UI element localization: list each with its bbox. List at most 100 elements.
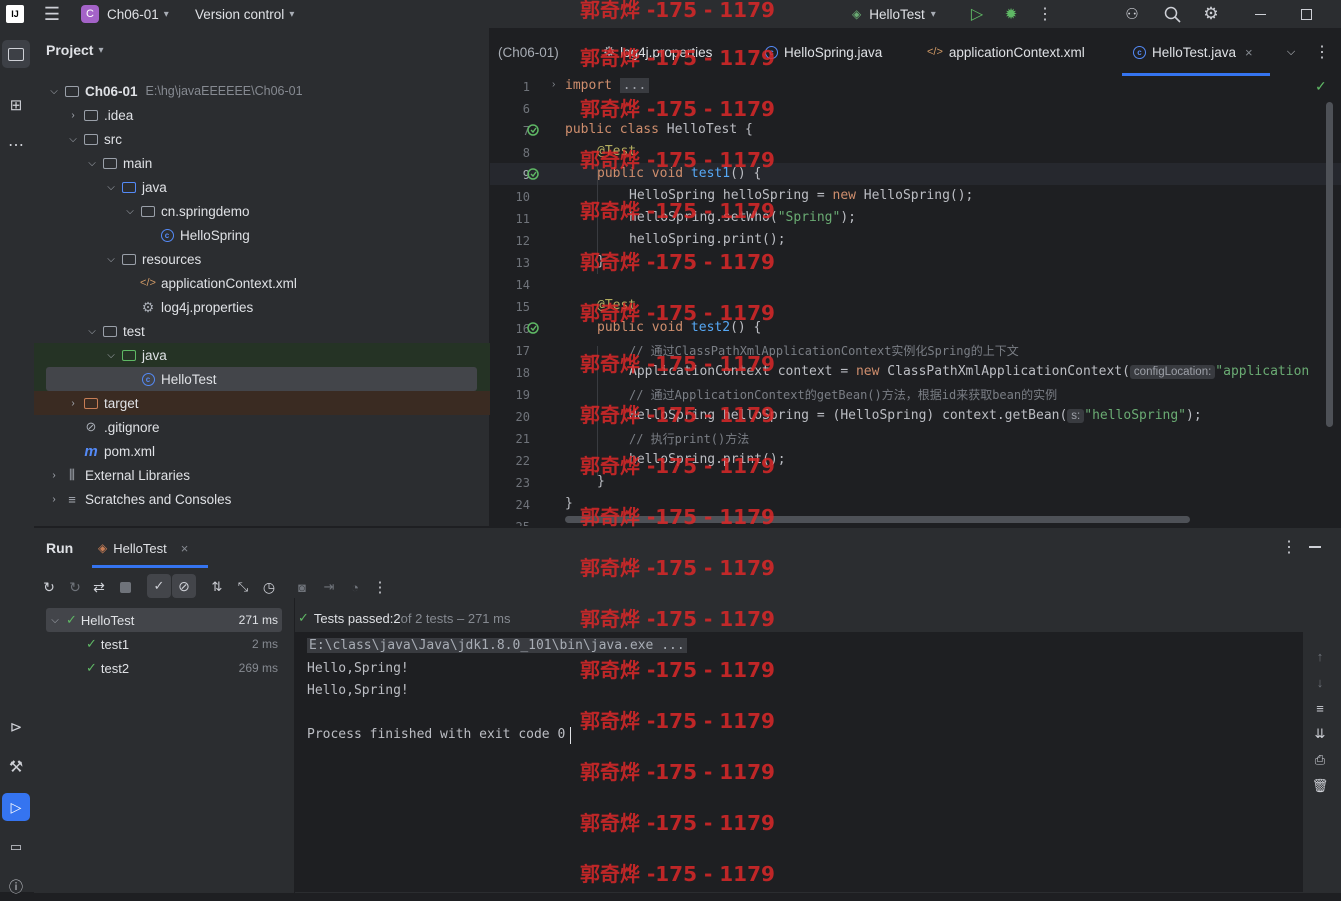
excluded-folder-icon bbox=[83, 396, 99, 410]
tree-item-external-libraries[interactable]: › ⫼ External Libraries bbox=[34, 463, 503, 487]
run-icon[interactable]: ▷ bbox=[967, 4, 987, 24]
run-tab-hellotest[interactable]: ◈ HelloTest × bbox=[98, 528, 188, 568]
tab-ch06-01[interactable]: (Ch06-01) bbox=[498, 28, 559, 76]
clear-all-trash-icon[interactable]: 🗑 bbox=[1310, 776, 1330, 796]
folded-imports[interactable]: ... bbox=[619, 78, 650, 93]
show-ignored-icon[interactable]: ⊘ bbox=[172, 574, 196, 598]
structure-tool-icon[interactable]: ⊞ bbox=[2, 91, 30, 119]
tree-item-gitignore[interactable]: ⊘ .gitignore bbox=[34, 415, 534, 439]
tree-item-main-java[interactable]: ⌵ java bbox=[34, 175, 560, 199]
console-output[interactable]: E:\class\java\Java\jdk1.8.0_101\bin\java… bbox=[295, 632, 1303, 892]
console-line: Hello,Spring! bbox=[307, 683, 409, 698]
code-token: test2 bbox=[690, 320, 731, 335]
terminal-tool-icon[interactable]: ▭ bbox=[2, 833, 30, 861]
console-command-line[interactable]: E:\class\java\Java\jdk1.8.0_101\bin\java… bbox=[307, 638, 687, 653]
run-test2-gutter-icon[interactable] bbox=[527, 322, 541, 336]
class-icon: c bbox=[159, 228, 175, 242]
tree-item-hellotest[interactable]: HelloTest bbox=[161, 372, 217, 387]
tabs-dropdown-icon[interactable]: ⌵ bbox=[1281, 42, 1301, 62]
vertical-scrollbar[interactable] bbox=[1326, 102, 1333, 427]
class-icon: c bbox=[765, 45, 778, 59]
scroll-down-icon[interactable]: ↓ bbox=[1310, 672, 1330, 692]
project-tool-icon[interactable] bbox=[2, 40, 30, 68]
minimize-icon[interactable] bbox=[1250, 4, 1270, 24]
history-icon[interactable]: ◷ bbox=[258, 576, 280, 598]
run-panel-title: Run bbox=[46, 540, 74, 556]
scroll-up-icon[interactable]: ↑ bbox=[1310, 646, 1330, 666]
main-menu-icon[interactable]: ☰ bbox=[42, 4, 62, 24]
chevron-down-icon: ▾ bbox=[163, 8, 169, 20]
xml-file-icon: </> bbox=[140, 277, 156, 289]
tree-item-test[interactable]: ⌵ test bbox=[34, 319, 541, 343]
code-line-15: @Test bbox=[597, 298, 636, 313]
code-line-18: ApplicationContext context = new ClassPa… bbox=[629, 364, 1309, 379]
tree-label: src bbox=[104, 131, 122, 147]
maximize-icon[interactable] bbox=[1296, 4, 1316, 24]
more-tools-icon[interactable]: ⋯ bbox=[2, 131, 30, 159]
console-line: Hello,Spring! bbox=[307, 661, 409, 676]
code-token: @Test bbox=[597, 298, 637, 313]
stop-icon[interactable] bbox=[114, 576, 136, 598]
fold-arrow-icon[interactable]: › bbox=[552, 79, 555, 90]
export-icon[interactable]: ⇥ bbox=[318, 576, 340, 598]
build-hammer-icon[interactable]: ⚒ bbox=[2, 753, 30, 781]
project-panel-header[interactable]: Project ▾ bbox=[46, 42, 104, 58]
run-test1-gutter-icon[interactable] bbox=[527, 168, 541, 182]
tab-hellotest[interactable]: c HelloTest.java × bbox=[1133, 28, 1253, 76]
tree-item-idea[interactable]: › .idea bbox=[34, 103, 522, 127]
code-editor[interactable]: ✓ 1 6 7 8 9 10 11 12 13 14 15 16 17 18 1… bbox=[490, 76, 1341, 526]
debug-icon[interactable]: ✹ bbox=[1001, 4, 1021, 24]
version-control-menu[interactable]: Version control ▾ bbox=[195, 0, 294, 28]
more-toolbar-icon[interactable]: ⋮ bbox=[369, 576, 391, 598]
tree-item-test-java[interactable]: ⌵ java bbox=[34, 343, 560, 367]
horizontal-scrollbar[interactable] bbox=[565, 516, 1190, 523]
services-tool-icon[interactable]: ⊳ bbox=[2, 713, 30, 741]
tree-item-src[interactable]: ⌵ src bbox=[34, 127, 522, 151]
search-icon[interactable] bbox=[1162, 4, 1182, 24]
editor-more-icon[interactable]: ⋮ bbox=[1312, 42, 1332, 62]
tree-item-target[interactable]: › target bbox=[34, 391, 522, 415]
tab-log4j[interactable]: ⚙ log4j.properties bbox=[603, 28, 712, 76]
rerun-failed-icon[interactable]: ↻ bbox=[64, 576, 86, 598]
close-tab-icon[interactable]: × bbox=[181, 541, 189, 556]
project-switcher[interactable]: C Ch06-01 ▾ bbox=[81, 0, 169, 28]
sort-icon[interactable]: ⇅ bbox=[206, 576, 228, 598]
tree-item-main[interactable]: ⌵ main bbox=[34, 151, 541, 175]
line-number: 15 bbox=[515, 300, 530, 314]
scroll-to-end-icon[interactable]: ⇊ bbox=[1310, 724, 1330, 744]
run-options-icon[interactable]: ⋮ bbox=[1279, 537, 1299, 557]
tree-item-resources[interactable]: ⌵ resources bbox=[34, 247, 560, 271]
test-tree-row-test1[interactable]: ✓ test1 2 ms bbox=[46, 632, 282, 656]
left-tool-strip: ⊞ ⋯ ⊳ ⚒ ▷ ▭ ⓘ bbox=[0, 28, 35, 895]
test-time: 2 ms bbox=[251, 637, 278, 651]
toggle-auto-test-icon[interactable]: ⇄ bbox=[88, 576, 110, 598]
rerun-icon[interactable]: ↻ bbox=[38, 576, 60, 598]
tree-item-ch06-01[interactable]: ⌵ Ch06-01 E:\hg\javaEEEEEE\Ch06-01 bbox=[34, 79, 503, 103]
test-tree-row-test2[interactable]: ✓ test2 269 ms bbox=[46, 656, 282, 680]
show-passed-icon[interactable]: ✓ bbox=[147, 574, 171, 598]
tab-hellospring[interactable]: c HelloSpring.java bbox=[765, 28, 882, 76]
collapse-icon[interactable]: ⤡ bbox=[232, 576, 254, 598]
run-tool-icon[interactable]: ▷ bbox=[2, 793, 30, 821]
no-problems-check-icon[interactable]: ✓ bbox=[1315, 78, 1327, 95]
test-tree-row-root[interactable]: ⌵ ✓ HelloTest 271 ms bbox=[46, 608, 282, 632]
add-user-icon[interactable]: ⚇ bbox=[1122, 4, 1142, 24]
intellij-logo-icon[interactable]: IJ bbox=[6, 5, 24, 23]
problems-tool-icon[interactable]: ⓘ bbox=[2, 873, 30, 901]
tab-appcontext[interactable]: </> applicationContext.xml bbox=[927, 28, 1085, 76]
code-token: ClassPathXmlApplicationContext( bbox=[879, 364, 1130, 379]
run-config-selector[interactable]: ◈ HelloTest ▾ bbox=[852, 0, 936, 28]
tree-item-scratches[interactable]: › ≡ Scratches and Consoles bbox=[34, 487, 503, 511]
screenshot-icon[interactable]: ◙ bbox=[291, 576, 313, 598]
more-actions-icon[interactable]: ⋮ bbox=[1035, 4, 1055, 24]
run-class-gutter-icon[interactable] bbox=[527, 124, 541, 138]
tree-item-pom[interactable]: m pom.xml bbox=[34, 439, 534, 463]
passed-check-icon: ✓ bbox=[298, 610, 309, 625]
print-icon[interactable]: ⎙ bbox=[1310, 750, 1330, 770]
code-line-9: public void test1() { bbox=[597, 166, 761, 181]
close-tab-icon[interactable]: × bbox=[1245, 45, 1253, 60]
hide-panel-icon[interactable] bbox=[1305, 537, 1325, 557]
soft-wrap-icon[interactable]: ≡ bbox=[1310, 698, 1330, 718]
coverage-icon[interactable]: ◔ bbox=[344, 576, 366, 598]
settings-gear-icon[interactable]: ⚙ bbox=[1201, 4, 1221, 24]
